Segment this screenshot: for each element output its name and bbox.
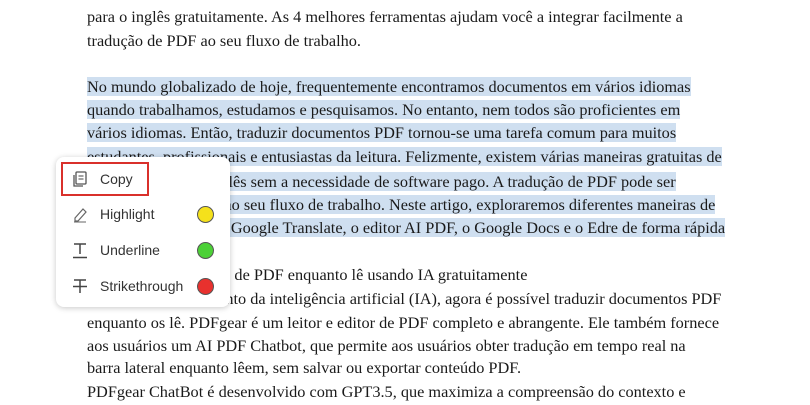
- strikethrough-icon: [70, 276, 90, 296]
- copy-menu-item[interactable]: Copy: [62, 165, 224, 193]
- strikethrough-color-swatch[interactable]: [197, 277, 214, 295]
- underline-label: Underline: [100, 242, 160, 258]
- selected-text-line[interactable]: quando trabalhamos, estudamos e pesquisa…: [87, 100, 681, 119]
- highlight-menu-item[interactable]: Highlight: [62, 200, 224, 228]
- text-line: PDFgear ChatBot é desenvolvido com GPT3.…: [87, 382, 686, 401]
- text-context-menu: Copy Highlight Underline Strikethrough: [56, 157, 230, 307]
- copy-icon: [70, 169, 90, 189]
- highlight-color-swatch[interactable]: [197, 205, 214, 223]
- highlight-label: Highlight: [100, 206, 155, 222]
- copy-label: Copy: [100, 171, 133, 187]
- text-line: tradução de PDF ao seu fluxo de trabalho…: [87, 31, 361, 50]
- underline-menu-item[interactable]: Underline: [62, 236, 224, 264]
- strikethrough-label: Strikethrough: [100, 278, 184, 294]
- selected-text-line[interactable]: vários idiomas. Então, traduzir document…: [87, 123, 677, 142]
- highlighter-icon: [70, 204, 90, 224]
- underline-icon: [70, 240, 90, 260]
- text-line: para o inglês gratuitamente. As 4 melhor…: [87, 7, 683, 26]
- selected-text-line[interactable]: No mundo globalizado de hoje, frequentem…: [87, 77, 691, 96]
- text-line: barra lateral enquanto lêem, sem salvar …: [87, 358, 522, 377]
- text-line: aos usuários um AI PDF Chatbot, que perm…: [87, 336, 686, 355]
- strikethrough-menu-item[interactable]: Strikethrough: [62, 272, 224, 300]
- text-line: enquanto os lê. PDFgear é um leitor e ed…: [87, 313, 720, 332]
- underline-color-swatch[interactable]: [197, 241, 214, 259]
